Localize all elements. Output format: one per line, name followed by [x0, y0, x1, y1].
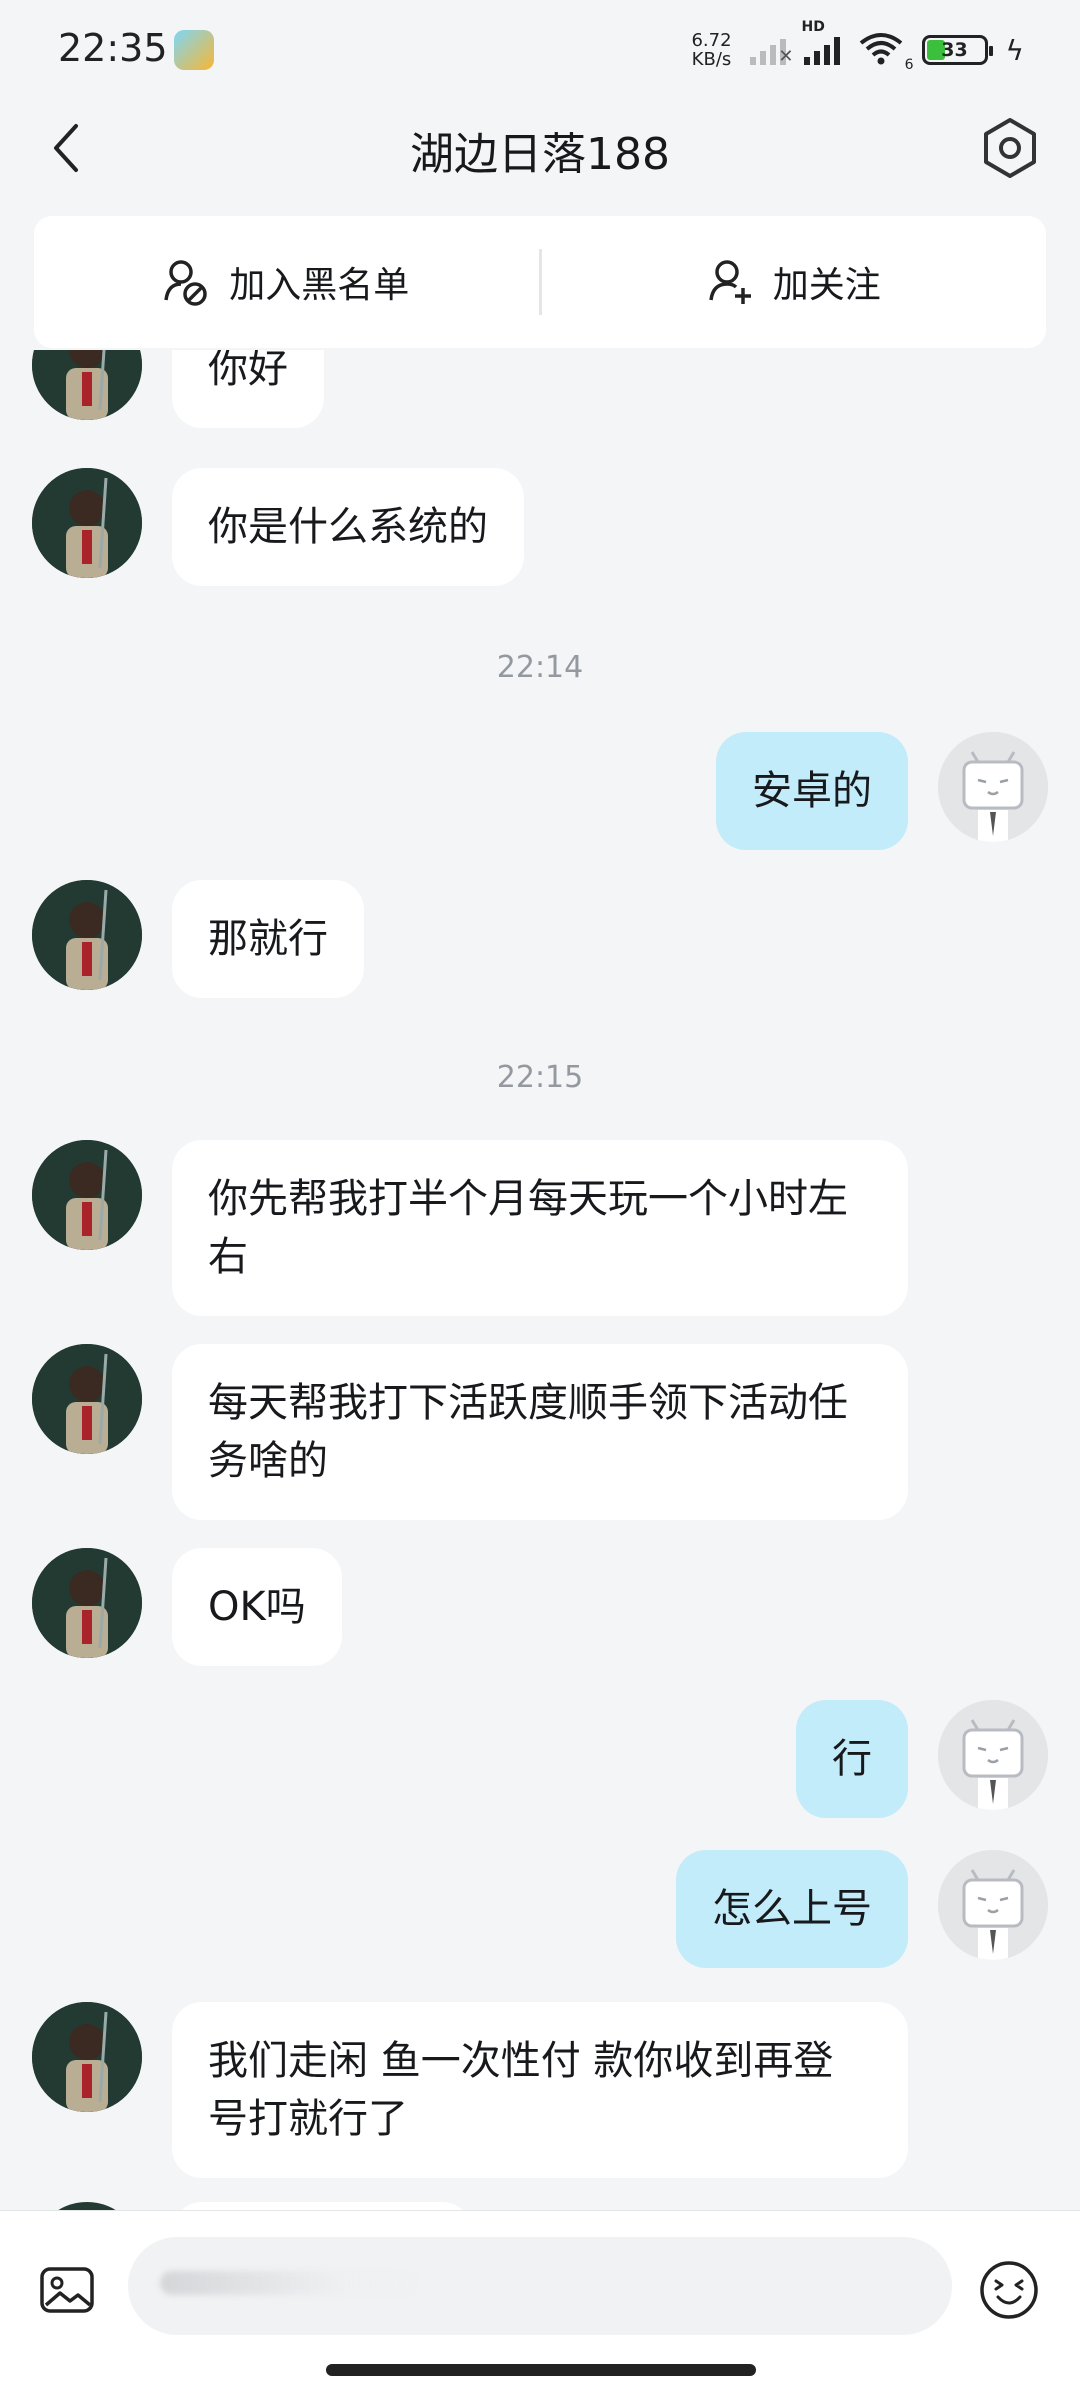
image-icon	[40, 2267, 94, 2313]
settings-button[interactable]	[974, 112, 1046, 184]
network-speed-unit: KB/s	[691, 49, 732, 70]
wifi-label: 6	[904, 57, 914, 73]
network-speed-value: 6.72	[691, 30, 732, 51]
message-timestamp: 22:15	[496, 1060, 584, 1095]
blurred-input-text	[160, 2271, 420, 2295]
battery-icon: 33	[921, 35, 993, 65]
page-title: 湖边日落188	[410, 129, 670, 180]
tv-mascot-icon	[938, 732, 1048, 842]
action-card: 加入黑名单 加关注	[34, 216, 1046, 348]
home-indicator[interactable]	[326, 2364, 756, 2376]
top-nav: 湖边日落188	[0, 100, 1080, 196]
message-bubble[interactable]: 我们走闲 鱼一次性付 款你收到再登号打就行了	[172, 2002, 908, 2178]
message-bubble[interactable]: 你先帮我打半个月每天玩一个小时左右	[172, 1140, 908, 1316]
charging-icon: ϟ	[1005, 33, 1024, 67]
emoji-icon	[980, 2261, 1038, 2319]
message-bubble[interactable]: OK吗	[172, 1548, 342, 1666]
wifi-icon: 6	[858, 31, 914, 73]
network-speed: 6.72 KB/s	[691, 31, 731, 69]
image-button[interactable]	[38, 2261, 96, 2319]
avatar[interactable]	[32, 1344, 142, 1454]
avatar[interactable]	[32, 2002, 142, 2112]
tv-mascot-icon	[938, 1700, 1048, 1810]
avatar[interactable]	[938, 1700, 1048, 1810]
message-bubble[interactable]: 那就行	[172, 880, 364, 998]
block-user-icon	[164, 260, 207, 306]
tv-mascot-icon	[938, 1850, 1048, 1960]
status-indicators: 6.72 KB/s ✕ HD 6 33 ϟ	[691, 19, 1024, 73]
avatar[interactable]	[32, 1548, 142, 1658]
message-bubble[interactable]: 怎么上号	[676, 1850, 908, 1968]
gear-icon	[984, 118, 1036, 178]
message-bubble[interactable]: 行	[796, 1700, 908, 1818]
back-button[interactable]	[36, 116, 100, 180]
message-bubble[interactable]	[172, 2202, 472, 2210]
status-bar: 22:35 6.72 KB/s ✕ HD 6 33 ϟ	[0, 0, 1080, 100]
emoji-button[interactable]	[976, 2257, 1042, 2323]
follow-label: 加关注	[772, 265, 881, 306]
app-notification-icon	[174, 30, 214, 70]
message-bubble[interactable]: 你是什么系统的	[172, 468, 524, 586]
avatar[interactable]	[32, 2202, 142, 2210]
avatar[interactable]	[32, 468, 142, 578]
avatar[interactable]	[32, 880, 142, 990]
message-timestamp: 22:14	[496, 650, 584, 685]
avatar[interactable]	[938, 1850, 1048, 1960]
avatar[interactable]	[32, 1140, 142, 1250]
cellular-signal-2-icon: HD	[802, 19, 840, 65]
avatar[interactable]	[938, 732, 1048, 842]
add-to-blacklist-label: 加入黑名单	[229, 265, 410, 306]
status-time: 22:35	[58, 26, 168, 70]
chat-message-list[interactable]: 你好 你是什么系统的 22:14 安卓的 那就行 22:15 你先帮我打半个月每…	[0, 350, 1080, 2210]
add-to-blacklist-button[interactable]: 加入黑名单	[34, 216, 539, 348]
avatar[interactable]	[32, 350, 142, 420]
battery-level: 33	[941, 39, 968, 61]
chevron-left-icon	[54, 124, 78, 172]
follow-button[interactable]: 加关注	[542, 216, 1047, 348]
message-bubble[interactable]: 你好	[172, 350, 324, 428]
hd-label: HD	[801, 19, 825, 35]
message-bubble[interactable]: 每天帮我打下活跃度顺手领下活动任务啥的	[172, 1344, 908, 1520]
add-user-icon	[708, 260, 751, 304]
cellular-signal-1-icon: ✕	[749, 35, 794, 67]
message-bubble[interactable]: 安卓的	[716, 732, 908, 850]
